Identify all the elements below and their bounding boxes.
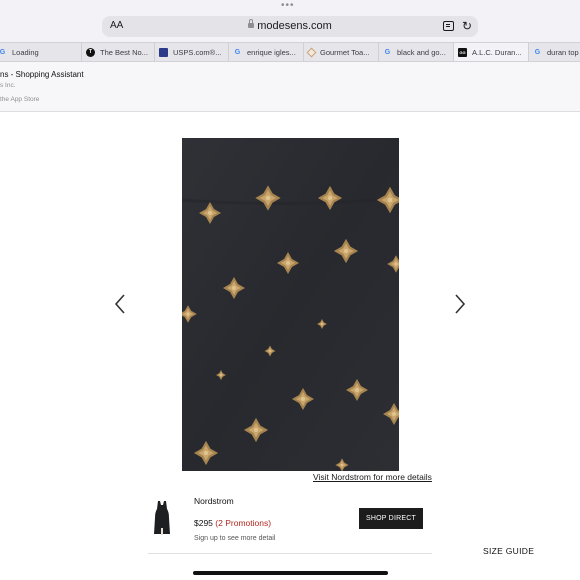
page: ••• AA modesens.com ↻ G Loading T The Best… <box>0 0 580 580</box>
tab-label: USPS.com®... <box>173 48 222 57</box>
url-display[interactable]: modesens.com <box>102 19 478 32</box>
url-text: modesens.com <box>257 20 332 32</box>
promotions-link[interactable]: (2 Promotions) <box>215 518 271 528</box>
tab-black-gold[interactable]: Gblack and go... <box>379 43 454 61</box>
nyt-icon: T <box>86 47 95 57</box>
alc-icon: GG <box>458 47 467 57</box>
previous-image-button[interactable] <box>113 293 127 315</box>
tab-gourmet[interactable]: Gourmet Toa... <box>304 43 379 61</box>
tab-label: duran top <box>547 48 579 57</box>
google-icon: G <box>0 48 6 56</box>
google-icon: G <box>384 48 391 56</box>
home-indicator[interactable] <box>193 571 388 575</box>
tab-label: Loading <box>12 48 39 57</box>
tab-best[interactable]: T The Best No... <box>82 43 155 61</box>
divider <box>148 553 432 554</box>
tab-label: The Best No... <box>100 48 148 57</box>
reload-icon[interactable]: ↻ <box>462 19 472 33</box>
diamond-icon <box>306 47 317 57</box>
chevron-right-icon <box>455 294 466 314</box>
tab-usps[interactable]: USPS.com®... <box>155 43 229 61</box>
google-icon: G <box>234 48 241 56</box>
product-thumbnail[interactable] <box>152 500 172 536</box>
address-bar[interactable]: AA modesens.com ↻ <box>102 16 478 37</box>
size-guide-link[interactable]: SIZE GUIDE <box>483 546 534 556</box>
retailer-name: Nordstrom <box>194 496 234 506</box>
tab-enrique[interactable]: Genrique igles... <box>229 43 304 61</box>
browser-toolbar: ••• AA modesens.com ↻ <box>0 0 580 42</box>
price-value: $295 <box>194 518 213 528</box>
visit-retailer-link[interactable]: Visit Nordstrom for more details <box>313 472 432 482</box>
usps-icon <box>159 47 168 57</box>
google-icon: G <box>534 48 541 56</box>
reader-icon[interactable] <box>443 21 454 31</box>
chevron-left-icon <box>114 294 125 314</box>
signup-prompt[interactable]: Sign up to see more detail <box>194 535 275 542</box>
app-banner-store: the App Store <box>0 96 40 103</box>
next-image-button[interactable] <box>453 293 467 315</box>
app-banner[interactable]: ns - Shopping Assistant s Inc. the App S… <box>0 62 580 112</box>
tab-duran-top[interactable]: Gduran top <box>529 43 580 61</box>
product-image[interactable] <box>182 138 399 471</box>
tab-label: Gourmet Toa... <box>320 48 370 57</box>
tab-bar: G Loading T The Best No... USPS.com®... Ge… <box>0 42 580 62</box>
tab-label: black and go... <box>397 48 446 57</box>
lock-icon <box>248 19 255 28</box>
tab-alc[interactable]: GG A.L.C. Duran... <box>454 43 529 61</box>
app-banner-developer: s Inc. <box>0 82 16 89</box>
tab-label: A.L.C. Duran... <box>472 48 522 57</box>
multitasking-dots-icon[interactable]: ••• <box>281 1 295 11</box>
app-banner-title: ns - Shopping Assistant <box>0 70 84 79</box>
tab-label: enrique igles... <box>247 48 296 57</box>
fabric-pattern <box>182 138 399 471</box>
tab-loading[interactable]: G Loading <box>0 43 82 61</box>
price: $295 (2 Promotions) <box>194 518 271 528</box>
shop-direct-button[interactable]: SHOP DIRECT <box>359 508 423 529</box>
